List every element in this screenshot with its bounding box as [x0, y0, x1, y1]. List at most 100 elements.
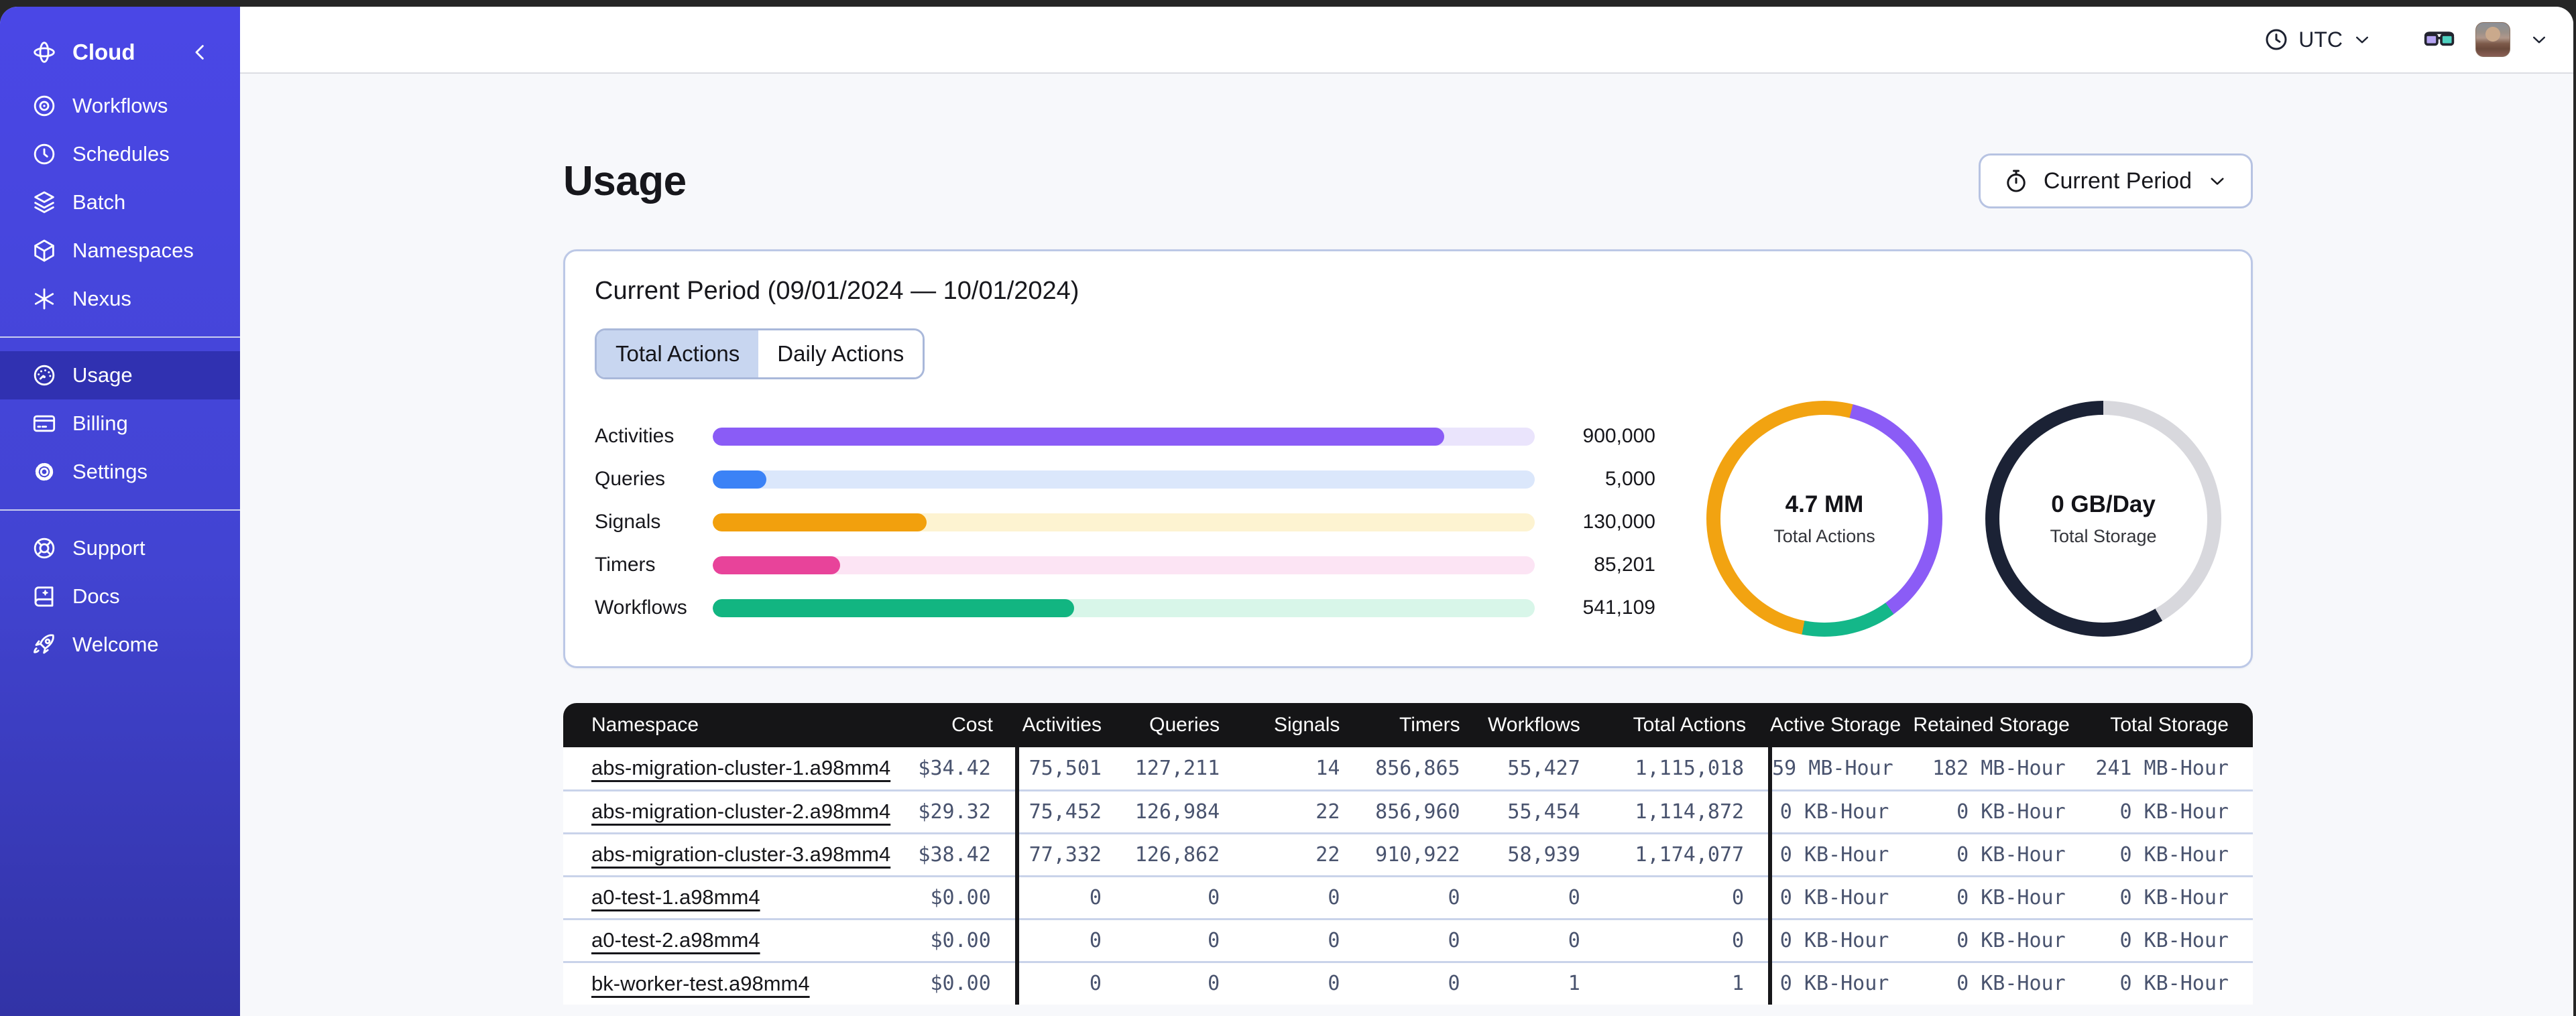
chart-bar-fill	[713, 598, 1075, 617]
usage-icon	[31, 362, 58, 389]
chart-bar-row: Workflows 541,109	[595, 586, 1655, 629]
timezone-selector[interactable]: UTC	[2262, 25, 2374, 54]
namespace-link[interactable]: abs-migration-cluster-2.a98mm4	[591, 800, 890, 823]
sidebar: Cloud Workflows Schedules Batch Namespaces N…	[0, 7, 240, 1016]
total-actions-value: 4.7 MM	[1785, 491, 1864, 517]
sidebar-item-billing[interactable]: Billing	[0, 399, 240, 448]
column-header-queries: Queries	[1125, 703, 1244, 747]
cell-signals: 22	[1244, 789, 1364, 833]
donut-charts: 4.7 MM Total Actions 0 GB/Day Total Stor…	[1706, 401, 2221, 637]
chart-bar-row: Activities 900,000	[595, 415, 1655, 458]
namespace-link[interactable]: abs-migration-cluster-3.a98mm4	[591, 842, 890, 866]
sidebar-item-label: Namespaces	[72, 239, 194, 262]
table-row: a0-test-2.a98mm4 $0.00 0 0 0 0 0 0 0 KB-Hour 0 KB…	[563, 917, 2253, 962]
sidebar-header[interactable]: Cloud	[0, 27, 240, 78]
cell-cost: $34.42	[900, 747, 1017, 790]
column-header-cost: Cost	[900, 703, 1017, 747]
chart-bar-fill	[713, 427, 1445, 446]
total-storage-value: 0 GB/Day	[2051, 491, 2156, 517]
docs-icon	[31, 583, 58, 610]
period-selector-button[interactable]: Current Period	[1978, 153, 2253, 208]
sidebar-item-label: Support	[72, 536, 145, 560]
cell-activities: 77,332	[1014, 832, 1126, 876]
cell-retained-storage: 0 KB-Hour	[1913, 960, 2090, 1005]
cell-activities: 75,501	[1014, 747, 1126, 790]
cell-active-storage: 0 KB-Hour	[1768, 789, 1914, 833]
cell-timers: 0	[1364, 960, 1484, 1005]
chart-bar-value: 5,000	[1604, 468, 1655, 490]
cell-queries: 126,984	[1125, 789, 1244, 833]
namespace-link[interactable]: a0-test-1.a98mm4	[591, 885, 760, 909]
sidebar-item-docs[interactable]: Docs	[0, 572, 240, 621]
cell-queries: 0	[1125, 960, 1244, 1005]
namespace-link[interactable]: bk-worker-test.a98mm4	[591, 972, 810, 995]
collapse-sidebar-icon[interactable]	[186, 39, 213, 66]
sidebar-item-support[interactable]: Support	[0, 524, 240, 572]
chart-bar-fill	[713, 556, 841, 574]
usage-card: Current Period (09/01/2024 — 10/01/2024)…	[563, 249, 2253, 668]
sidebar-item-welcome[interactable]: Welcome	[0, 621, 240, 669]
schedules-icon	[31, 141, 58, 168]
chart-bar-track	[713, 470, 1535, 489]
timezone-label: UTC	[2298, 27, 2343, 52]
table-row: a0-test-1.a98mm4 $0.00 0 0 0 0 0 0 0 KB-Hour 0 KB…	[563, 875, 2253, 919]
sidebar-divider	[0, 336, 240, 338]
cell-signals: 14	[1244, 747, 1364, 790]
clock-icon	[2262, 25, 2290, 54]
content: Usage Current Period Current Period (09/…	[240, 74, 2573, 1016]
sidebar-item-namespaces[interactable]: Namespaces	[0, 227, 240, 275]
cell-timers: 856,865	[1364, 747, 1484, 790]
namespace-cell: abs-migration-cluster-2.a98mm4	[563, 789, 900, 833]
chart-bar-label: Queries	[595, 468, 666, 490]
namespace-usage-table: Namespace Cost Activities Queries Signals Tim…	[563, 703, 2253, 1005]
sidebar-item-nexus[interactable]: Nexus	[0, 275, 240, 323]
cell-total-actions: 0	[1604, 875, 1771, 919]
actions-tab-group: Total Actions Daily Actions	[595, 328, 925, 379]
main-area: UTC Usage Current Period Current Period …	[240, 7, 2573, 1016]
column-header-signals: Signals	[1244, 703, 1364, 747]
total-actions-donut: 4.7 MM Total Actions	[1706, 401, 1942, 637]
chart-bar-track	[713, 556, 1535, 574]
cell-workflows: 58,939	[1484, 832, 1604, 876]
sidebar-item-label: Settings	[72, 460, 148, 483]
sidebar-item-batch[interactable]: Batch	[0, 178, 240, 227]
table-row: abs-migration-cluster-1.a98mm4 $34.42 75,5…	[563, 747, 2253, 790]
sidebar-header-label: Cloud	[72, 40, 135, 64]
sidebar-item-usage[interactable]: Usage	[0, 351, 240, 399]
namespace-cell: bk-worker-test.a98mm4	[563, 960, 900, 1005]
cell-cost: $0.00	[900, 917, 1017, 962]
cell-cost: $0.00	[900, 875, 1017, 919]
sidebar-item-schedules[interactable]: Schedules	[0, 130, 240, 178]
billing-icon	[31, 410, 58, 437]
cell-signals: 0	[1244, 875, 1364, 919]
cell-cost: $0.00	[900, 960, 1017, 1005]
namespace-link[interactable]: abs-migration-cluster-1.a98mm4	[591, 756, 890, 779]
column-header-activities: Activities	[1016, 703, 1126, 747]
app-window: Cloud Workflows Schedules Batch Namespaces N…	[0, 7, 2573, 1016]
cell-workflows: 55,427	[1484, 747, 1604, 790]
chart-bar-value: 130,000	[1582, 511, 1655, 533]
feedback-glasses-button[interactable]	[2422, 22, 2457, 57]
cell-signals: 0	[1244, 917, 1364, 962]
avatar	[2475, 22, 2510, 57]
cell-workflows: 1	[1484, 960, 1604, 1005]
tab-total-actions[interactable]: Total Actions	[597, 330, 759, 377]
sidebar-nav-account: Usage Billing Settings	[0, 351, 240, 496]
cell-signals: 22	[1244, 832, 1364, 876]
user-menu-button[interactable]	[2475, 22, 2551, 57]
namespace-link[interactable]: a0-test-2.a98mm4	[591, 928, 760, 952]
chart-bar-label: Activities	[595, 425, 675, 447]
sidebar-item-workflows[interactable]: Workflows	[0, 82, 240, 130]
sidebar-item-settings[interactable]: Settings	[0, 448, 240, 496]
cell-workflows: 0	[1484, 917, 1604, 962]
sidebar-item-label: Welcome	[72, 633, 159, 656]
tab-daily-actions[interactable]: Daily Actions	[758, 330, 923, 377]
column-header-namespace: Namespace	[563, 703, 900, 747]
column-header-total-actions: Total Actions	[1604, 703, 1771, 747]
nexus-icon	[31, 285, 58, 312]
cell-activities: 0	[1014, 875, 1126, 919]
page-title: Usage	[563, 157, 687, 204]
donut-center: 4.7 MM Total Actions	[1706, 401, 1942, 637]
cell-workflows: 55,454	[1484, 789, 1604, 833]
cell-activities: 0	[1014, 917, 1126, 962]
